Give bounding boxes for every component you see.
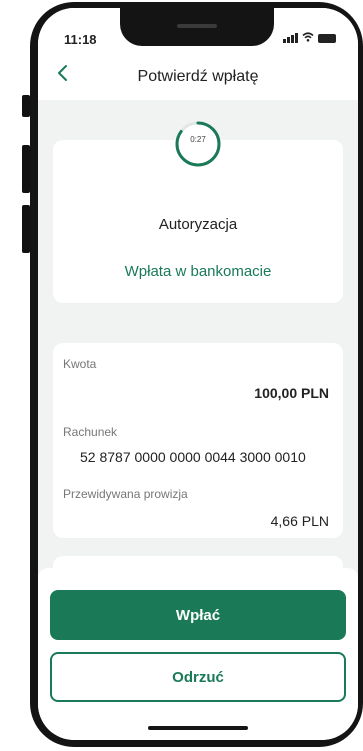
action-panel: Wpłać Odrzuć [38,568,358,740]
phone-screen: 11:18 Potwierdź wpłatę 0:27 Autoryzacja … [38,8,358,740]
countdown-timer: 0:27 [174,120,222,168]
signal-icon [283,33,298,43]
amount-label: Kwota [63,357,97,371]
header: Potwierdź wpłatę [38,50,358,100]
notch-speaker [177,24,217,28]
status-bar: 11:18 [38,8,358,50]
fee-label: Przewidywana prowizja [63,487,188,501]
authorization-card: 0:27 Autoryzacja Wpłata w bankomacie [53,121,343,303]
atm-deposit-link[interactable]: Wpłata w bankomacie [53,263,343,280]
page-title: Potwierdź wpłatę [137,68,259,85]
fee-value: 4,66 PLN [270,513,329,529]
wifi-icon [302,32,314,44]
timer-value: 0:27 [190,135,206,144]
deposit-button[interactable]: Wpłać [50,590,346,640]
account-label: Rachunek [63,425,118,439]
account-value: 52 8787 0000 0000 0044 3000 0010 [80,449,306,465]
side-button-middle [22,145,30,193]
side-button-top [22,95,30,117]
authorization-title: Autoryzacja [158,216,238,233]
amount-value: 100,00 PLN [254,385,329,401]
reject-button[interactable]: Odrzuć [50,652,346,702]
system-icons [283,32,336,44]
side-button-bottom [22,205,30,253]
notch [120,8,274,46]
home-indicator [148,726,248,730]
status-time: 11:18 [64,32,97,47]
battery-icon [318,33,336,43]
transaction-details-card: Kwota 100,00 PLN Rachunek 52 8787 0000 0… [53,343,343,538]
